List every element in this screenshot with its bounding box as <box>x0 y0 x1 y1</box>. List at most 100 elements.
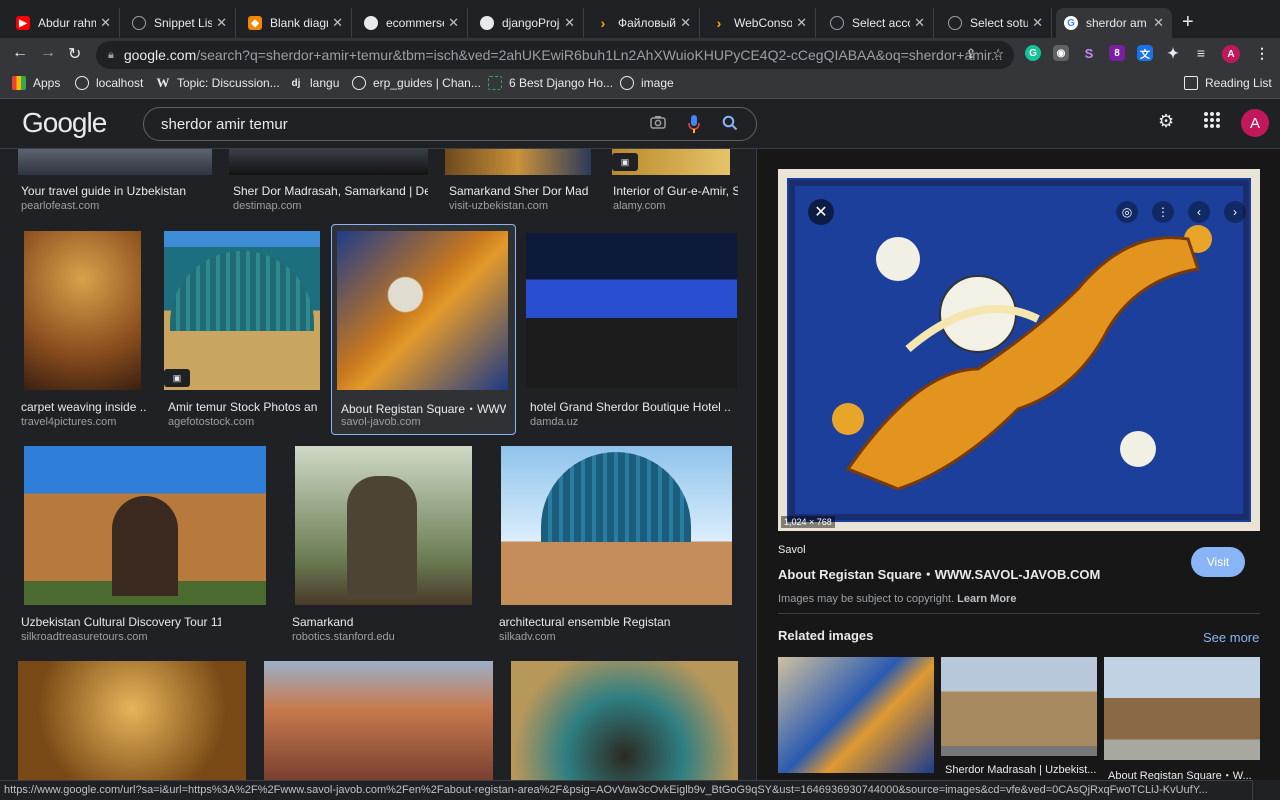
tab-webconsole[interactable]: ›WebConsole✕ <box>704 8 816 38</box>
profile-avatar[interactable]: A <box>1222 45 1240 63</box>
globe-icon <box>75 76 89 90</box>
tab-snippet-list[interactable]: Snippet List ✕ <box>124 8 236 38</box>
tab-youtube[interactable]: ▶ Abdur rahm ✕ <box>8 8 120 38</box>
settings-gear-icon[interactable]: ⚙ <box>1158 111 1174 132</box>
result-caption[interactable]: Amir temur Stock Photos an... <box>168 400 318 414</box>
back-icon[interactable]: ← <box>12 44 28 62</box>
result-image[interactable] <box>501 446 732 605</box>
google-apps-icon[interactable] <box>1203 111 1221 134</box>
tab-ecommerse[interactable]: ecommerse ✕ <box>356 8 468 38</box>
arrow-icon: › <box>716 15 722 31</box>
result-source: destimap.com <box>233 200 302 212</box>
close-icon[interactable]: ✕ <box>1153 15 1164 31</box>
tab-file-manager[interactable]: › Файловый ✕ <box>588 8 700 38</box>
result-image[interactable] <box>229 149 428 175</box>
bookmark-langu[interactable]: dj langu <box>289 76 340 90</box>
arch-shape <box>112 496 178 596</box>
result-image[interactable] <box>295 446 472 605</box>
camera-icon[interactable]: ◉ <box>1053 45 1069 61</box>
result-caption[interactable]: hotel Grand Sherdor Boutique Hotel ... <box>530 400 730 414</box>
media-icon[interactable]: ≡ <box>1193 45 1209 61</box>
result-caption[interactable]: carpet weaving inside ... <box>21 400 146 414</box>
camera-search-icon[interactable] <box>650 115 666 133</box>
new-tab-button[interactable]: + <box>1182 11 1194 34</box>
reload-icon[interactable]: ↻ <box>68 44 81 64</box>
bookmark-image[interactable]: image <box>620 76 674 90</box>
bookmark-apps[interactable]: Apps <box>12 76 60 90</box>
result-image[interactable]: ▣ <box>612 149 730 175</box>
close-icon[interactable]: ✕ <box>564 15 575 31</box>
extensions-puzzle-icon[interactable]: ✦ <box>1165 45 1181 61</box>
preview-title[interactable]: About Registan Square・WWW.SAVOL-JAVOB.CO… <box>778 564 1100 583</box>
close-icon[interactable]: ✕ <box>796 15 807 31</box>
search-box[interactable] <box>143 107 757 141</box>
close-icon[interactable]: ✕ <box>448 15 459 31</box>
result-caption[interactable]: architectural ensemble Registan <box>499 615 729 629</box>
google-logo[interactable]: Google <box>22 107 107 139</box>
close-preview-button[interactable]: ✕ <box>808 199 834 225</box>
preview-source: Savol <box>778 544 806 556</box>
menu-kebab-icon[interactable]: ⋮ <box>1254 45 1270 61</box>
close-icon[interactable]: ✕ <box>100 15 111 31</box>
close-icon[interactable]: ✕ <box>1032 15 1043 31</box>
result-image[interactable] <box>445 149 591 175</box>
microphone-icon[interactable] <box>688 115 700 137</box>
close-icon[interactable]: ✕ <box>680 15 691 31</box>
result-caption[interactable]: Your travel guide in Uzbekistan <box>21 184 211 198</box>
extension-s-icon[interactable]: S <box>1081 45 1097 61</box>
search-input[interactable] <box>161 115 621 133</box>
google-account-avatar[interactable]: A <box>1241 109 1269 137</box>
result-caption[interactable]: About Registan Square・WWW.... <box>341 400 506 417</box>
result-image[interactable] <box>264 661 493 780</box>
result-caption[interactable]: Uzbekistan Cultural Discovery Tour 11 ..… <box>21 615 221 629</box>
result-caption[interactable]: Samarkand <box>292 615 472 629</box>
related-image[interactable] <box>941 657 1097 756</box>
forward-icon[interactable]: → <box>40 44 56 62</box>
visit-button[interactable]: Visit <box>1191 547 1245 577</box>
result-caption[interactable]: Sher Dor Madrasah, Samarkand | Des... <box>233 184 428 198</box>
tab-blank-diagram[interactable]: ◆Blank diagra✕ <box>240 8 352 38</box>
related-caption[interactable]: Sherdor Madrasah | Uzbekist... <box>945 764 1097 776</box>
preview-image[interactable]: ✕ ◎ ⋮ ‹ › 1,024 × 768 <box>778 169 1260 531</box>
result-image[interactable] <box>18 149 212 175</box>
wikipedia-icon: W <box>156 75 170 90</box>
close-icon[interactable]: ✕ <box>332 15 343 31</box>
result-caption[interactable]: Interior of Gur-e-Amir, S... <box>613 184 738 198</box>
result-caption[interactable]: Samarkand Sher Dor Madr... <box>449 184 589 198</box>
bookmark-localhost[interactable]: localhost <box>75 76 143 90</box>
related-image[interactable] <box>1104 657 1260 760</box>
result-image[interactable] <box>526 233 737 388</box>
tab-djangoproject[interactable]: djangoProje ✕ <box>472 8 584 38</box>
related-image[interactable] <box>778 657 934 773</box>
reading-list-button[interactable]: Reading List <box>1184 76 1272 90</box>
previous-arrow-icon[interactable]: ‹ <box>1188 201 1210 223</box>
result-image[interactable] <box>337 231 508 390</box>
tab-select-account[interactable]: Select acco ✕ <box>822 8 934 38</box>
close-icon[interactable]: ✕ <box>914 15 925 31</box>
share-icon[interactable]: ⇪ <box>965 46 976 62</box>
result-image[interactable] <box>24 446 266 605</box>
search-icon[interactable] <box>722 115 738 135</box>
bookmark-topic-discussion[interactable]: W Topic: Discussion... <box>156 75 280 90</box>
translate-icon[interactable]: 文 <box>1137 45 1153 61</box>
tab-sherdor-active[interactable]: Gsherdor am ✕ <box>1056 8 1172 38</box>
learn-more-link[interactable]: Learn More <box>957 593 1016 605</box>
close-icon[interactable]: ✕ <box>216 15 227 31</box>
result-image[interactable] <box>511 661 738 780</box>
bookmark-star-icon[interactable]: ☆ <box>992 46 1004 62</box>
tab-select-sotu[interactable]: Select sotu ✕ <box>940 8 1052 38</box>
more-options-icon[interactable]: ⋮ <box>1152 201 1174 223</box>
see-more-link[interactable]: See more <box>1203 630 1259 645</box>
status-bar-url: https://www.google.com/url?sa=i&url=http… <box>0 780 1253 800</box>
next-arrow-icon[interactable]: › <box>1224 201 1246 223</box>
extension-badge-icon[interactable]: 8 <box>1109 45 1125 61</box>
result-image[interactable]: ▣ <box>164 231 320 390</box>
lens-icon[interactable]: ◎ <box>1116 201 1138 223</box>
result-image[interactable] <box>24 231 141 390</box>
grammarly-icon[interactable]: G <box>1025 45 1041 61</box>
bookmark-django-hosting[interactable]: 6 Best Django Ho... <box>488 76 613 90</box>
github-icon <box>480 16 494 30</box>
result-image[interactable] <box>18 661 246 780</box>
address-bar[interactable]: 🔒︎ google.com/search?q=sherdor+amir+temu… <box>96 41 1014 69</box>
bookmark-erp-guides[interactable]: erp_guides | Chan... <box>352 76 481 90</box>
